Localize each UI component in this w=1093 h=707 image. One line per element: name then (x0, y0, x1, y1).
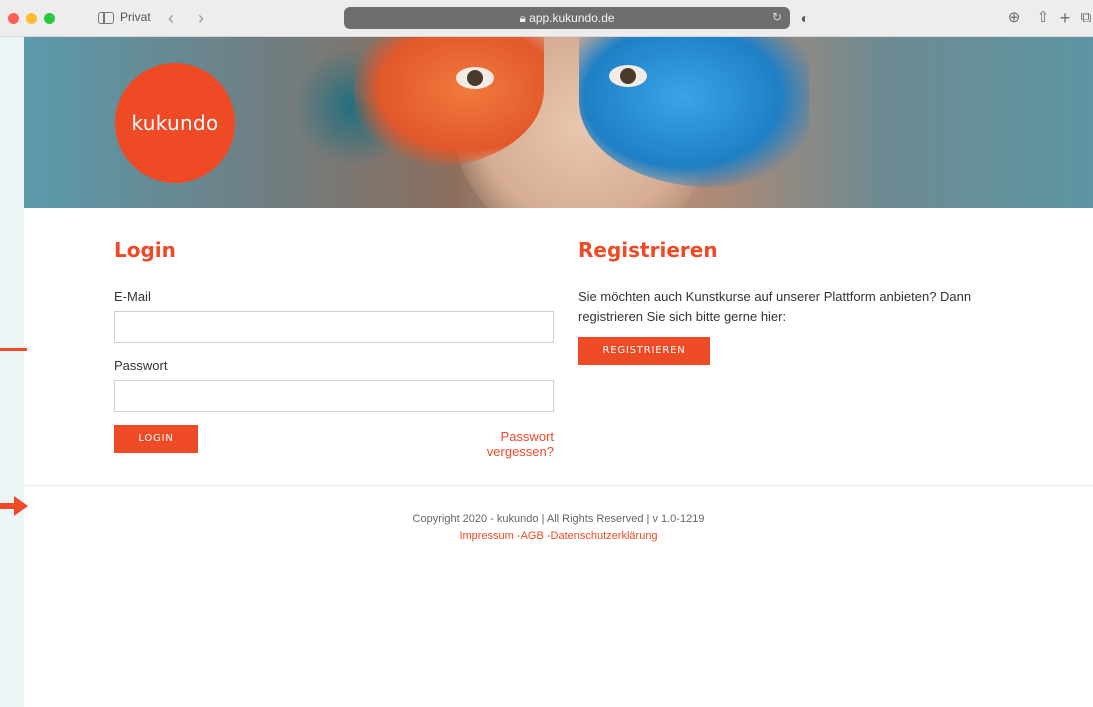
left-gutter (0, 37, 24, 707)
email-input[interactable] (114, 311, 554, 343)
footer-separator: - (513, 530, 521, 542)
footer-separator: - (543, 530, 551, 542)
new-tab-icon[interactable]: + (1055, 7, 1075, 29)
copyright-text: Copyright 2020 - kukundo | All Rights Re… (412, 513, 705, 525)
privacy-link[interactable]: Datenschutzerklärung (551, 530, 658, 542)
tabs-icon[interactable]: ⧉ (1077, 7, 1093, 29)
minimize-window-button[interactable] (26, 13, 37, 24)
browser-toolbar: Privat ‹ › 🔒︎ app.kukundo.de ↻ ◐ ⊕ ⇧ + ⧉ (0, 0, 1093, 37)
sidebar-icon[interactable] (96, 7, 116, 29)
url-field[interactable]: 🔒︎ app.kukundo.de (344, 11, 790, 26)
password-label: Passwort (114, 358, 168, 373)
password-input[interactable] (114, 380, 554, 412)
kukundo-logo[interactable]: kukundo (115, 63, 235, 183)
url-text: app.kukundo.de (529, 11, 615, 25)
email-label: E-Mail (114, 289, 151, 304)
address-bar[interactable]: 🔒︎ app.kukundo.de ↻ (344, 7, 790, 29)
forgot-password-link[interactable]: Passwort vergessen? (439, 429, 554, 459)
hero-banner: kukundo (24, 37, 1093, 208)
logo-text: kukundo (131, 111, 219, 135)
share-icon[interactable]: ⇧ (1033, 7, 1053, 29)
login-title: Login (114, 238, 176, 262)
reload-icon[interactable]: ↻ (772, 10, 782, 24)
forward-icon[interactable]: › (193, 7, 209, 29)
download-icon[interactable]: ⊕ (1004, 7, 1024, 29)
register-button[interactable]: REGISTRIEREN (578, 337, 710, 365)
impressum-link[interactable]: Impressum (459, 530, 513, 542)
private-mode-label: Privat (120, 10, 151, 24)
hero-eye-left (456, 67, 494, 89)
back-icon[interactable]: ‹ (163, 7, 179, 29)
login-button[interactable]: LOGIN (114, 425, 198, 453)
annotation-dash (0, 348, 27, 351)
footer-divider (24, 485, 1093, 486)
hero-eye-right (609, 65, 647, 87)
close-window-button[interactable] (8, 13, 19, 24)
register-description: Sie möchten auch Kunstkurse auf unserer … (578, 289, 972, 324)
zoom-window-button[interactable] (44, 13, 55, 24)
shield-icon[interactable]: ◐ (796, 7, 814, 29)
lock-icon: 🔒︎ (519, 11, 530, 25)
register-title: Registrieren (578, 238, 718, 262)
agb-link[interactable]: AGB (521, 530, 544, 542)
footer-links: Impressum -AGB -Datenschutzerklärung (24, 530, 1093, 542)
